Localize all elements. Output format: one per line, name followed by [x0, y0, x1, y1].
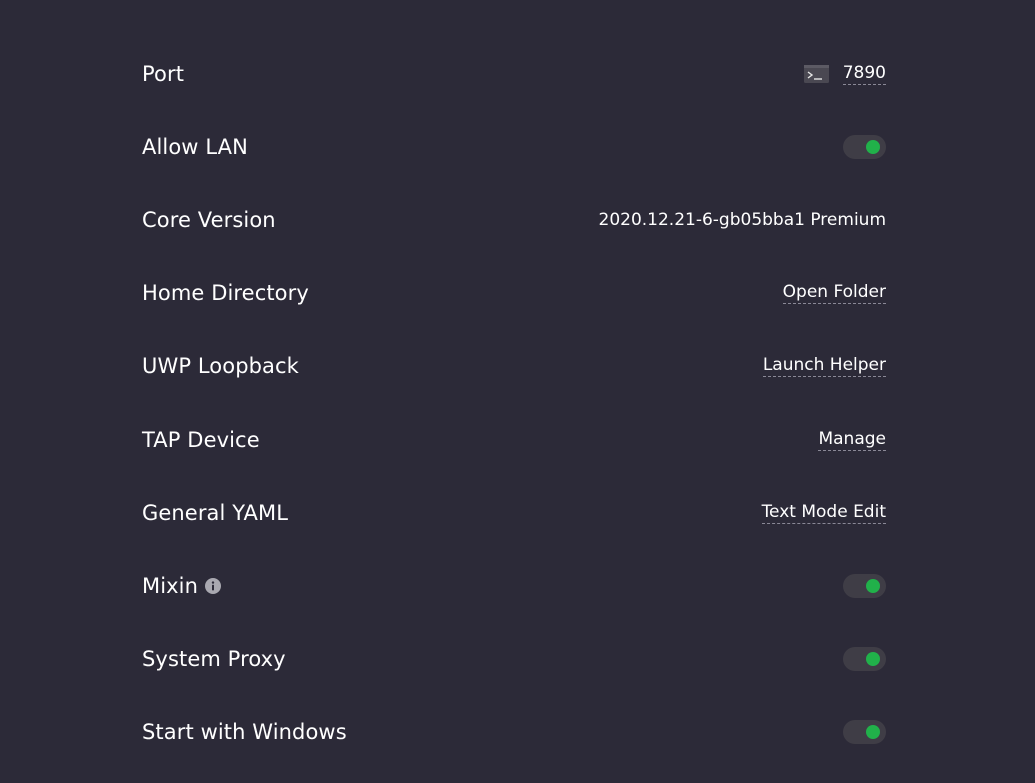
- port-control: 7890: [803, 63, 886, 85]
- core-version-row: Core Version 2020.12.21-6-gb05bba1 Premi…: [142, 183, 886, 256]
- system-proxy-toggle[interactable]: [843, 647, 886, 672]
- system-proxy-label: System Proxy: [142, 647, 286, 672]
- text-mode-edit-link[interactable]: Text Mode Edit: [761, 502, 886, 524]
- start-with-windows-toggle[interactable]: [843, 720, 886, 745]
- info-icon[interactable]: [205, 577, 222, 594]
- port-value[interactable]: 7890: [842, 63, 886, 85]
- home-directory-label: Home Directory: [142, 281, 309, 306]
- uwp-loopback-label: UWP Loopback: [142, 354, 299, 379]
- mixin-label-wrap: Mixin: [142, 573, 222, 598]
- uwp-loopback-row: UWP Loopback Launch Helper: [142, 330, 886, 403]
- mixin-label: Mixin: [142, 573, 199, 598]
- terminal-icon: [803, 64, 829, 83]
- general-yaml-row: General YAML Text Mode Edit: [142, 476, 886, 549]
- general-yaml-label: General YAML: [142, 500, 289, 525]
- allow-lan-toggle[interactable]: [843, 134, 886, 159]
- allow-lan-row: Allow LAN: [142, 110, 886, 183]
- open-folder-link[interactable]: Open Folder: [782, 282, 886, 305]
- start-with-windows-label: Start with Windows: [142, 720, 347, 745]
- tap-device-label: TAP Device: [142, 427, 260, 452]
- port-label: Port: [142, 61, 185, 86]
- core-version-label: Core Version: [142, 207, 276, 232]
- toggle-knob: [866, 652, 880, 667]
- mixin-toggle[interactable]: [843, 573, 886, 598]
- start-with-windows-row: Start with Windows: [142, 696, 886, 769]
- toggle-knob: [866, 578, 880, 593]
- home-directory-row: Home Directory Open Folder: [142, 257, 886, 330]
- settings-list: Port 7890 Allow LAN Core Version 2020.12…: [142, 37, 886, 769]
- toggle-knob: [866, 725, 880, 740]
- allow-lan-label: Allow LAN: [142, 134, 248, 159]
- tap-device-row: TAP Device Manage: [142, 403, 886, 476]
- mixin-row: Mixin: [142, 549, 886, 622]
- toggle-knob: [866, 139, 880, 154]
- manage-link[interactable]: Manage: [818, 429, 886, 451]
- port-row: Port 7890: [142, 37, 886, 110]
- system-proxy-row: System Proxy: [142, 623, 886, 696]
- core-version-value: 2020.12.21-6-gb05bba1 Premium: [598, 209, 887, 230]
- launch-helper-link[interactable]: Launch Helper: [762, 355, 886, 378]
